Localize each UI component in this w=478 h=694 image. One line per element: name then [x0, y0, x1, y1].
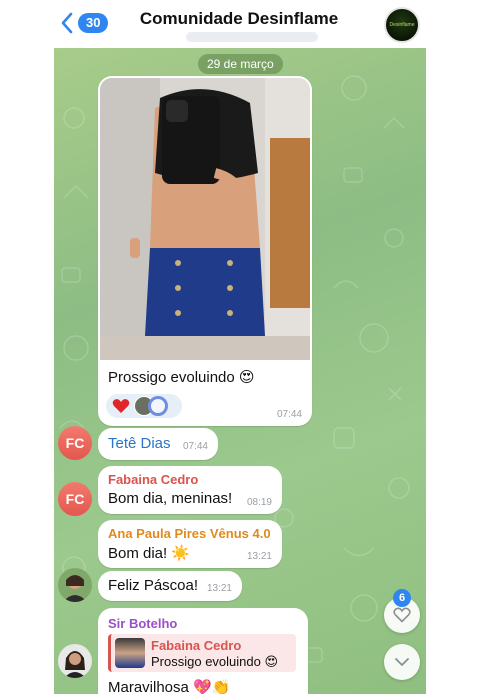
- message-text: Bom dia, meninas!: [108, 490, 233, 507]
- date-separator: 29 de março: [198, 54, 283, 74]
- avatar[interactable]: [58, 644, 92, 678]
- sender-name[interactable]: Ana Paula Pires Vênus 4.0: [108, 526, 271, 541]
- reply-text: Prossigo evoluindo 😍: [151, 654, 279, 669]
- message-bubble[interactable]: Ana Paula Pires Vênus 4.0 Bom dia! ☀️ 13…: [98, 520, 282, 568]
- reactor-avatar-more: [148, 396, 168, 416]
- message-text: Maravilhosa 💖👏: [108, 679, 231, 694]
- scroll-down-button[interactable]: [384, 644, 420, 680]
- group-avatar[interactable]: Desinflame: [384, 7, 420, 43]
- reply-preview[interactable]: Fabaina Cedro Prossigo evoluindo 😍: [108, 634, 296, 672]
- photo-caption: Prossigo evoluindo 😍: [108, 369, 255, 386]
- avatar-initials: FC: [65, 435, 85, 451]
- message-time: 07:44: [276, 409, 302, 420]
- sender-name[interactable]: Tetê Dias: [108, 435, 171, 452]
- chevron-down-icon: [395, 658, 409, 666]
- avatar-initials: FC: [65, 491, 85, 507]
- message-reactions[interactable]: [106, 394, 182, 418]
- reply-thumbnail: [115, 638, 145, 668]
- sender-name[interactable]: Sir Botelho: [108, 616, 177, 631]
- message-text: Feliz Páscoa!: [108, 577, 199, 594]
- photo-illustration: [100, 78, 310, 360]
- message-photo[interactable]: [100, 78, 310, 360]
- message-bubble[interactable]: Fabaina Cedro Bom dia, meninas! 08:19: [98, 466, 282, 514]
- reactions-count-badge: 6: [393, 589, 411, 607]
- reply-sender: Fabaina Cedro: [151, 638, 242, 653]
- message-bubble[interactable]: Sir Botelho Fabaina Cedro Prossigo evolu…: [98, 608, 308, 694]
- message-time: 13:21: [246, 551, 272, 562]
- chat-subtitle: [186, 32, 318, 42]
- message-bubble[interactable]: Tetê Dias 07:44: [98, 428, 218, 460]
- chat-area[interactable]: 29 de março Prossigo evoluindo 😍 07:44 F…: [54, 48, 426, 694]
- avatar[interactable]: FC: [58, 482, 92, 516]
- avatar-photo: [58, 568, 92, 602]
- sender-name[interactable]: Fabaina Cedro: [108, 472, 198, 487]
- message-bubble[interactable]: Feliz Páscoa! 13:21: [98, 571, 242, 601]
- message-time: 13:21: [206, 583, 232, 594]
- heart-icon: [393, 607, 411, 623]
- heart-reaction-icon: [112, 399, 130, 413]
- message-time: 08:19: [246, 497, 272, 508]
- avatar-photo: [58, 644, 92, 678]
- message-text: Bom dia! ☀️: [108, 545, 191, 562]
- group-avatar-logo-text: Desinflame: [389, 22, 415, 28]
- avatar[interactable]: [58, 568, 92, 602]
- photo-message[interactable]: Prossigo evoluindo 😍 07:44: [98, 76, 312, 426]
- chat-header: 30 Comunidade Desinflame Desinflame: [0, 0, 478, 48]
- avatar[interactable]: FC: [58, 426, 92, 460]
- message-time: 07:44: [182, 441, 208, 452]
